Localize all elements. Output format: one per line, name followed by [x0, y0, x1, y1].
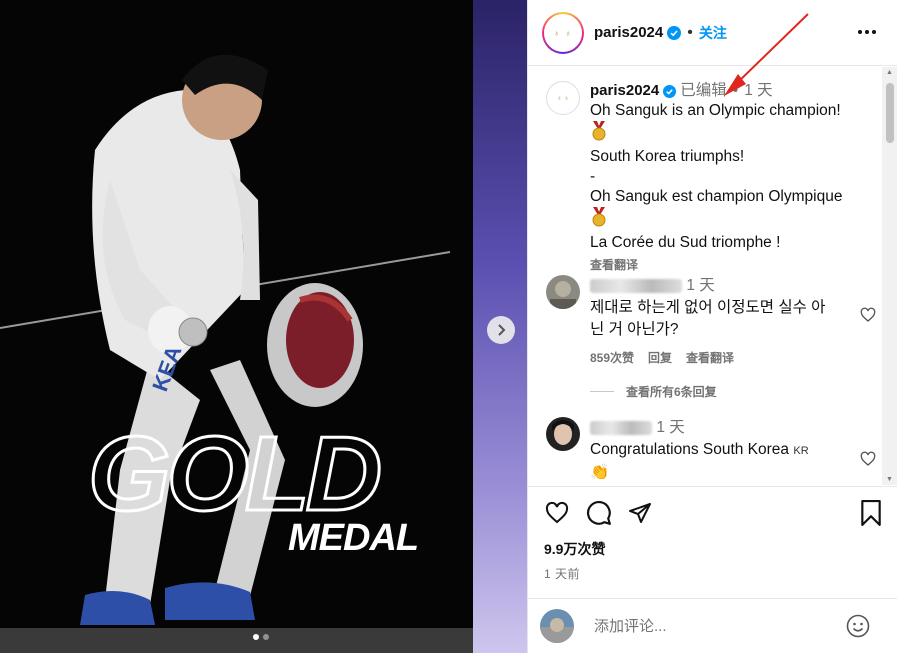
post-actions: 9.9万次赞 1 天前 — [528, 486, 897, 582]
bookmark-icon[interactable] — [860, 499, 882, 531]
edited-label: 已编辑 — [680, 82, 727, 99]
scrollbar-thumb[interactable] — [886, 83, 894, 143]
view-replies-link[interactable]: 查看所有6条回复 — [590, 383, 717, 400]
gold-text: GOLD — [88, 415, 380, 533]
more-options-icon[interactable] — [857, 22, 877, 47]
commenter-avatar[interactable] — [546, 275, 580, 309]
comment-bubble-icon[interactable] — [586, 500, 612, 531]
add-comment-bar — [528, 598, 897, 653]
comment-input[interactable] — [594, 617, 824, 635]
share-paper-plane-icon[interactable] — [628, 501, 652, 530]
medal-text: MEDAL — [288, 517, 418, 559]
post-header: ♁ ♁ paris2024 • 关注 — [528, 0, 897, 66]
comment-item: 1 天 제대로 하는게 없어 이정도면 실수 아닌 거 아닌가? 859次赞 回… — [546, 275, 876, 369]
clapping-emoji: 👏 — [590, 464, 610, 481]
chevron-right-icon — [498, 324, 506, 336]
separator: • — [732, 82, 739, 99]
separator: • — [687, 23, 693, 41]
caption-line: - — [590, 168, 596, 185]
caption-line: South Korea triumphs! — [590, 148, 745, 165]
caption-line: Oh Sanguk est champion Olympique — [590, 188, 843, 205]
post-side-panel: ♁ ♁ paris2024 • 关注 ♁ ♁ paris2024 已编辑 • 1… — [527, 0, 897, 653]
reply-button[interactable]: 回复 — [648, 347, 672, 369]
comments-scroll-area[interactable]: ♁ ♁ paris2024 已编辑 • 1 天 Oh Sanguk is an … — [528, 67, 897, 485]
like-heart-icon[interactable] — [544, 501, 570, 530]
carousel-indicator — [253, 634, 269, 640]
commenter-username-blurred[interactable] — [590, 420, 652, 435]
caption-username[interactable]: paris2024 — [590, 81, 659, 101]
scroll-down-arrow-icon[interactable]: ▼ — [886, 476, 893, 483]
olympics-logo-icon: ♁ ♁ — [556, 94, 570, 102]
author-avatar[interactable]: ♁ ♁ — [542, 11, 584, 54]
view-replies-label: 查看所有6条回复 — [626, 385, 717, 399]
gold-medal-icon — [590, 121, 876, 147]
post-timestamp[interactable]: 1 天前 — [544, 565, 882, 582]
comment-time: 1 天 — [656, 419, 685, 436]
gold-medal-icon — [590, 207, 876, 233]
post-photo: KEA GOLD MEDAL — [0, 0, 473, 653]
follow-button[interactable]: 关注 — [699, 23, 727, 43]
carousel-dot — [263, 634, 269, 640]
current-user-avatar — [540, 609, 574, 643]
comment-text: 제대로 하는게 없어 이정도면 실수 아닌 거 아닌가? — [590, 299, 826, 338]
carousel-dot-active — [253, 634, 259, 640]
divider — [590, 391, 614, 392]
olympics-logo-icon: ♁ ♁ — [544, 13, 582, 52]
comment-item: 1 天 Congratulations South Korea KR 👏 — [546, 417, 876, 484]
like-comment-heart-icon[interactable] — [860, 307, 876, 328]
caption-time: 1 天 — [744, 82, 773, 99]
post-media: KEA GOLD MEDAL — [0, 0, 527, 653]
comment-likes[interactable]: 859次赞 — [590, 347, 634, 369]
commenter-avatar[interactable] — [546, 417, 580, 451]
author-username[interactable]: paris2024 — [594, 24, 663, 41]
verified-badge-icon — [667, 25, 682, 40]
caption-line: Oh Sanguk is an Olympic champion! — [590, 102, 841, 119]
likes-count[interactable]: 9.9万次赞 — [544, 539, 882, 559]
see-translation-link[interactable]: 查看翻译 — [590, 255, 876, 275]
commenter-username-blurred[interactable] — [590, 278, 682, 293]
comment-text: Congratulations South Korea — [590, 441, 790, 458]
like-comment-heart-icon[interactable] — [860, 451, 876, 472]
see-translation-link[interactable]: 查看翻译 — [686, 347, 734, 369]
verified-badge-icon — [663, 84, 677, 98]
flag-text: KR — [793, 445, 809, 457]
caption-avatar[interactable]: ♁ ♁ — [546, 81, 580, 115]
comment-time: 1 天 — [686, 277, 715, 294]
emoji-picker-icon[interactable] — [846, 614, 870, 643]
post-caption: ♁ ♁ paris2024 已编辑 • 1 天 Oh Sanguk is an … — [546, 81, 876, 275]
carousel-next-button[interactable] — [487, 316, 515, 344]
caption-line: La Corée du Sud triomphe ! — [590, 234, 781, 251]
scrollbar[interactable]: ▲ ▼ — [882, 67, 897, 485]
scroll-up-arrow-icon[interactable]: ▲ — [886, 69, 893, 76]
